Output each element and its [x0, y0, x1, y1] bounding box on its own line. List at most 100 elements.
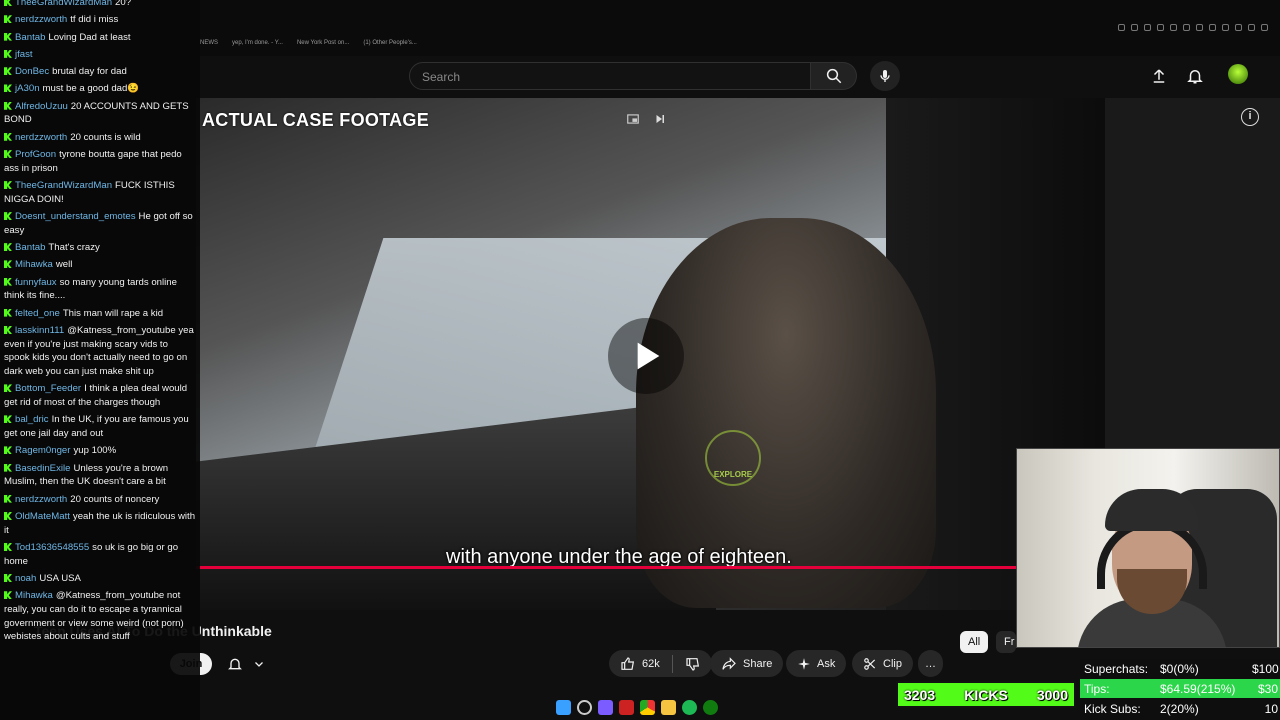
kick-badge-icon: [4, 446, 12, 455]
extension-icon[interactable]: [1222, 24, 1229, 31]
extension-icon[interactable]: [1196, 24, 1203, 31]
sparkle-icon: [798, 657, 810, 670]
bookmark-item[interactable]: NEWS: [200, 40, 218, 52]
chat-username[interactable]: felted_one: [15, 308, 60, 319]
chat-message: Mihawka well: [4, 258, 196, 272]
chat-username[interactable]: ProfGoon: [15, 149, 56, 160]
upload-icon: [1153, 69, 1165, 83]
kicks-label: KICKS: [964, 686, 1008, 703]
chat-message: Bottom_Feeder I think a plea deal would g…: [4, 382, 196, 409]
app-icon[interactable]: [598, 700, 613, 715]
extension-icon[interactable]: [1144, 24, 1151, 31]
bookmark-bar: NEWS yep, I'm done. - Y... New York Post…: [200, 40, 417, 52]
chat-username[interactable]: nerdzzworth: [15, 14, 67, 25]
chat-username[interactable]: Bottom_Feeder: [15, 383, 81, 394]
mic-icon: [880, 70, 890, 82]
thumbs-down-icon[interactable]: [685, 656, 701, 672]
chat-text: 20 counts is wild: [70, 131, 141, 143]
subscription-bell-button[interactable]: [222, 652, 270, 676]
kick-badge-icon: [4, 67, 12, 76]
extension-icon[interactable]: [1131, 24, 1138, 31]
create-button[interactable]: [1147, 64, 1171, 88]
chat-message: BasedinExile Unless you're a brown Muslim…: [4, 462, 196, 489]
bookmark-item[interactable]: yep, I'm done. - Y...: [232, 40, 283, 52]
miniplayer-button[interactable]: [624, 110, 642, 128]
chat-text: Loving Dad at least: [48, 31, 131, 43]
chat-username[interactable]: Mihawka: [15, 590, 53, 601]
chat-username[interactable]: jfast: [15, 49, 33, 60]
spotify-icon[interactable]: [682, 700, 697, 715]
filter-chip-from[interactable]: Fr: [996, 631, 1016, 653]
chat-username[interactable]: OldMateMatt: [15, 511, 70, 522]
ask-button[interactable]: Ask: [786, 650, 847, 677]
extension-icon[interactable]: [1235, 24, 1242, 31]
kick-badge-icon: [4, 49, 12, 58]
chat-username[interactable]: jA30n: [15, 83, 40, 94]
chat-username[interactable]: DonBec: [15, 66, 49, 77]
video-progress-bar[interactable]: [196, 566, 1016, 569]
extension-icon[interactable]: [1209, 24, 1216, 31]
chat-message: lasskinn111 @Katness_from_youtube yea eve…: [4, 324, 196, 379]
chat-username[interactable]: Bantab: [15, 242, 45, 253]
chat-username[interactable]: BasedinExile: [15, 463, 70, 474]
info-icon[interactable]: i: [1241, 108, 1259, 126]
video-side-panel: [1105, 98, 1280, 448]
search-input[interactable]: Search: [409, 62, 811, 90]
chat-username[interactable]: nerdzzworth: [15, 132, 67, 143]
extension-icon[interactable]: [1261, 24, 1268, 31]
chat-username[interactable]: noah: [15, 573, 36, 584]
kick-badge-icon: [4, 101, 12, 110]
xbox-icon[interactable]: [703, 700, 718, 715]
chat-username[interactable]: Doesnt_understand_emotes: [15, 211, 136, 222]
like-button[interactable]: 62k: [609, 650, 712, 677]
kick-badge-icon: [4, 591, 12, 600]
share-button[interactable]: Share: [710, 650, 784, 677]
chat-username[interactable]: Ragem0nger: [15, 445, 70, 456]
stream-stats: Superchats: $0(0%) $100 Tips: $64.59(215…: [1080, 659, 1280, 720]
extension-icon[interactable]: [1170, 24, 1177, 31]
stat-goal: $100: [1252, 661, 1279, 676]
play-button[interactable]: [608, 318, 684, 394]
clip-button[interactable]: Clip: [852, 650, 913, 677]
chrome-icon[interactable]: [640, 700, 655, 715]
extension-icon[interactable]: [1248, 24, 1255, 31]
chat-username[interactable]: TheeGrandWizardMan: [15, 180, 112, 191]
chat-username[interactable]: nerdzzworth: [15, 494, 67, 505]
chat-username[interactable]: lasskinn111: [15, 325, 64, 336]
chat-text: That's crazy: [48, 242, 100, 254]
bookmark-item[interactable]: New York Post on...: [297, 40, 349, 52]
account-avatar[interactable]: [1228, 64, 1248, 84]
kick-badge-icon: [4, 542, 12, 551]
chat-username[interactable]: funnyfaux: [15, 277, 57, 288]
chat-username[interactable]: Bantab: [15, 32, 45, 43]
kick-badge-icon: [4, 212, 12, 221]
voice-search-button[interactable]: [870, 61, 900, 91]
extension-icon[interactable]: [1118, 24, 1125, 31]
more-actions-button[interactable]: …: [918, 650, 943, 677]
windows-start-icon[interactable]: [556, 700, 571, 715]
bookmark-item[interactable]: (1) Other People's...: [363, 40, 417, 52]
chat-username[interactable]: Tod13636548555: [15, 542, 89, 553]
screen: NEWS yep, I'm done. - Y... New York Post…: [0, 0, 1280, 720]
search-button[interactable]: [811, 62, 857, 90]
chat-username[interactable]: TheeGrandWizardMan: [15, 0, 112, 8]
search-icon[interactable]: [577, 700, 592, 715]
chat-username[interactable]: AlfredoUzuu: [15, 101, 68, 112]
chat-text: 20?: [115, 0, 132, 8]
notifications-button[interactable]: [1183, 64, 1207, 88]
kick-badge-icon: [4, 494, 12, 503]
extension-icon[interactable]: [1157, 24, 1164, 31]
chat-message: TheeGrandWizardMan 20?: [4, 0, 196, 10]
chat-username[interactable]: bal_dric: [15, 414, 49, 425]
chat-username[interactable]: Mihawka: [15, 259, 53, 270]
like-divider: [671, 654, 673, 673]
next-video-button[interactable]: [651, 110, 669, 128]
kick-badge-icon: [4, 308, 12, 317]
app-icon[interactable]: [619, 700, 634, 715]
filter-chip-all[interactable]: All: [960, 631, 989, 653]
kick-badge-icon: [4, 463, 12, 472]
folder-icon[interactable]: [661, 700, 676, 715]
chat-message: nerdzzworth 20 counts of noncery: [4, 493, 196, 507]
extension-icon[interactable]: [1183, 24, 1190, 31]
chat-text: yup 100%: [73, 445, 117, 457]
